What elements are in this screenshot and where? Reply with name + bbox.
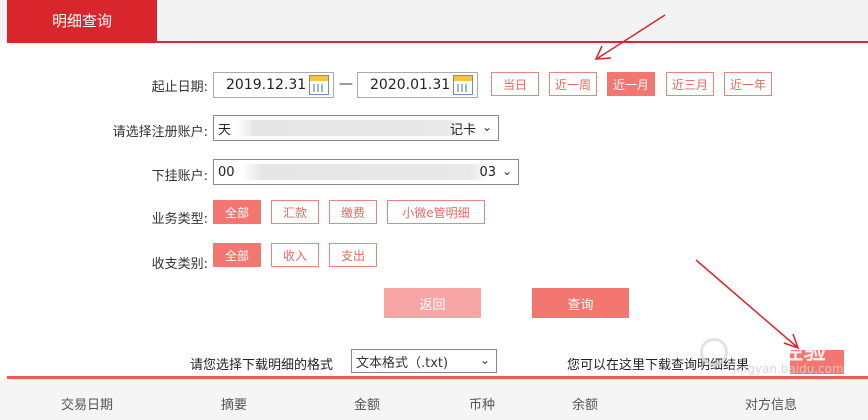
date-range-label: 起止日期:	[151, 80, 208, 95]
business-remittance-button[interactable]: 汇款	[271, 200, 319, 224]
calendar-icon[interactable]	[309, 75, 329, 95]
account-value-end: 记卡	[449, 122, 476, 138]
chevron-down-icon: ⌄	[481, 120, 492, 134]
sub-account-label: 下挂账户:	[151, 169, 208, 184]
range-week-button[interactable]: 近一周	[549, 72, 597, 96]
chevron-down-icon: ⌄	[501, 164, 512, 178]
business-microe-button[interactable]: 小微e管明细	[387, 200, 485, 224]
sub-account-value-start: 00	[218, 164, 235, 180]
watermark-url: jingyan.baidu.com	[733, 362, 844, 376]
redaction-mask	[242, 164, 490, 180]
download-format-select[interactable]: 文本格式（.txt) ⌄	[351, 349, 497, 373]
redaction-mask	[236, 120, 466, 136]
column-header-date[interactable]: 交易日期	[61, 394, 113, 413]
start-date-field[interactable]: 2019.12.31	[213, 72, 334, 98]
end-date-field[interactable]: 2020.01.31	[357, 72, 478, 98]
date-separator: —	[339, 76, 353, 92]
watermark-paw-icon	[700, 338, 728, 366]
range-year-button[interactable]: 近一年	[724, 72, 772, 96]
range-three-months-button[interactable]: 近三月	[666, 72, 714, 96]
account-select[interactable]: 天 记卡 ⌄	[213, 115, 499, 141]
business-all-button[interactable]: 全部	[213, 200, 261, 224]
income-all-button[interactable]: 全部	[213, 243, 261, 267]
column-header-summary[interactable]: 摘要	[221, 394, 247, 413]
table-header	[0, 379, 868, 420]
sub-account-value-end: 03	[479, 164, 496, 180]
download-format-value: 文本格式（.txt)	[356, 355, 449, 371]
query-button[interactable]: 查询	[532, 288, 629, 318]
account-label: 请选择注册账户:	[112, 125, 208, 140]
column-header-counterparty[interactable]: 对方信息	[745, 394, 797, 413]
back-button[interactable]: 返回	[384, 288, 481, 318]
column-header-currency[interactable]: 币种	[469, 394, 495, 413]
range-month-button[interactable]: 近一月	[607, 72, 655, 96]
account-value-start: 天	[218, 122, 232, 138]
calendar-icon[interactable]	[453, 75, 473, 95]
start-date-value: 2019.12.31	[226, 77, 307, 93]
business-type-label: 业务类型:	[151, 212, 208, 227]
end-date-value: 2020.01.31	[370, 77, 451, 93]
income-type-label: 收支类别:	[151, 257, 208, 272]
column-header-amount[interactable]: 金额	[354, 394, 380, 413]
download-format-label: 请您选择下载明细的格式	[190, 358, 334, 373]
tab-detail-query[interactable]: 明细查询	[7, 0, 157, 41]
sub-account-select[interactable]: 00 03 ⌄	[213, 159, 519, 185]
income-in-button[interactable]: 收入	[271, 243, 319, 267]
range-today-button[interactable]: 当日	[491, 72, 539, 96]
business-payment-button[interactable]: 缴费	[329, 200, 377, 224]
income-out-button[interactable]: 支出	[329, 243, 377, 267]
chevron-down-icon: ⌄	[479, 353, 490, 367]
column-header-balance[interactable]: 余额	[572, 394, 598, 413]
